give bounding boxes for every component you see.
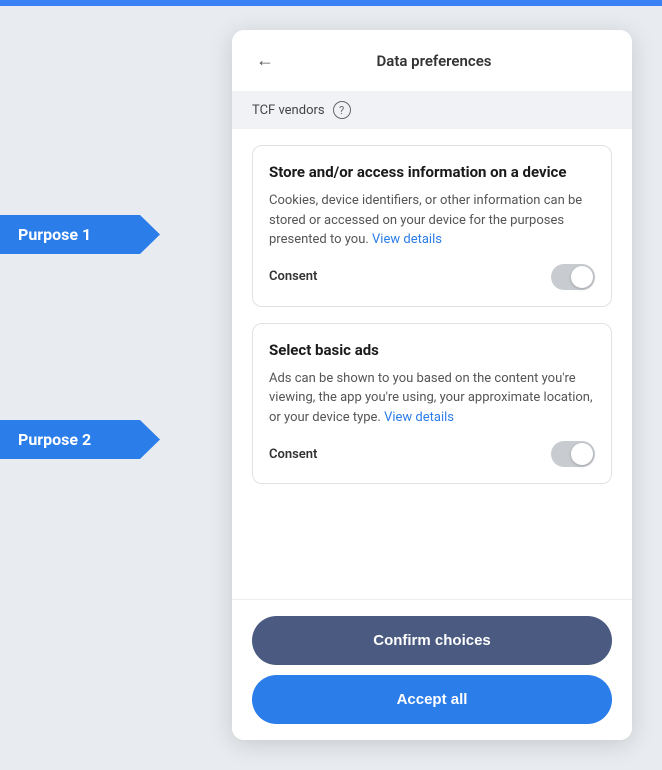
back-icon: ← <box>256 50 274 71</box>
purpose-2-card-desc: Ads can be shown to you based on the con… <box>269 369 595 428</box>
purpose-1-arrow: Purpose 1 <box>0 215 160 254</box>
back-button[interactable]: ← <box>252 46 278 75</box>
purpose-1-toggle-knob <box>571 266 593 288</box>
top-bar <box>0 0 662 6</box>
purpose-2-arrow: Purpose 2 <box>0 420 160 459</box>
purpose-card-2: Select basic ads Ads can be shown to you… <box>252 323 612 485</box>
purpose-2-toggle[interactable] <box>551 441 595 467</box>
purpose-1-card-title: Store and/or access information on a dev… <box>269 162 595 183</box>
purpose-1-consent-label: Consent <box>269 269 317 284</box>
purpose-2-view-details[interactable]: View details <box>384 410 454 425</box>
purpose-2-consent-label: Consent <box>269 447 317 462</box>
page-wrapper: Purpose 1 Purpose 2 ← Data preferences T… <box>0 0 662 770</box>
purpose-1-consent-row: Consent <box>269 264 595 290</box>
purpose-1-text: Purpose 1 <box>18 225 91 244</box>
tcf-vendors-label: TCF vendors <box>252 103 325 118</box>
tcf-help-icon[interactable]: ? <box>333 101 351 119</box>
purpose-1-view-details[interactable]: View details <box>372 232 442 247</box>
modal-footer: Confirm choices Accept all <box>232 599 632 740</box>
modal-header: ← Data preferences <box>232 30 632 91</box>
purpose-1-label: Purpose 1 <box>0 215 160 254</box>
modal-content: Store and/or access information on a dev… <box>232 129 632 599</box>
purpose-2-label: Purpose 2 <box>0 420 160 459</box>
purpose-2-card-title: Select basic ads <box>269 340 595 361</box>
modal-title: Data preferences <box>278 52 590 70</box>
tcf-vendors-bar: TCF vendors ? <box>232 91 632 129</box>
confirm-choices-button[interactable]: Confirm choices <box>252 616 612 665</box>
modal: ← Data preferences TCF vendors ? Store a… <box>232 30 632 740</box>
purpose-1-card-desc: Cookies, device identifiers, or other in… <box>269 191 595 250</box>
purpose-2-consent-row: Consent <box>269 441 595 467</box>
purpose-1-toggle[interactable] <box>551 264 595 290</box>
purpose-2-text: Purpose 2 <box>18 430 91 449</box>
purpose-card-1: Store and/or access information on a dev… <box>252 145 612 307</box>
accept-all-button[interactable]: Accept all <box>252 675 612 724</box>
purpose-2-toggle-knob <box>571 443 593 465</box>
